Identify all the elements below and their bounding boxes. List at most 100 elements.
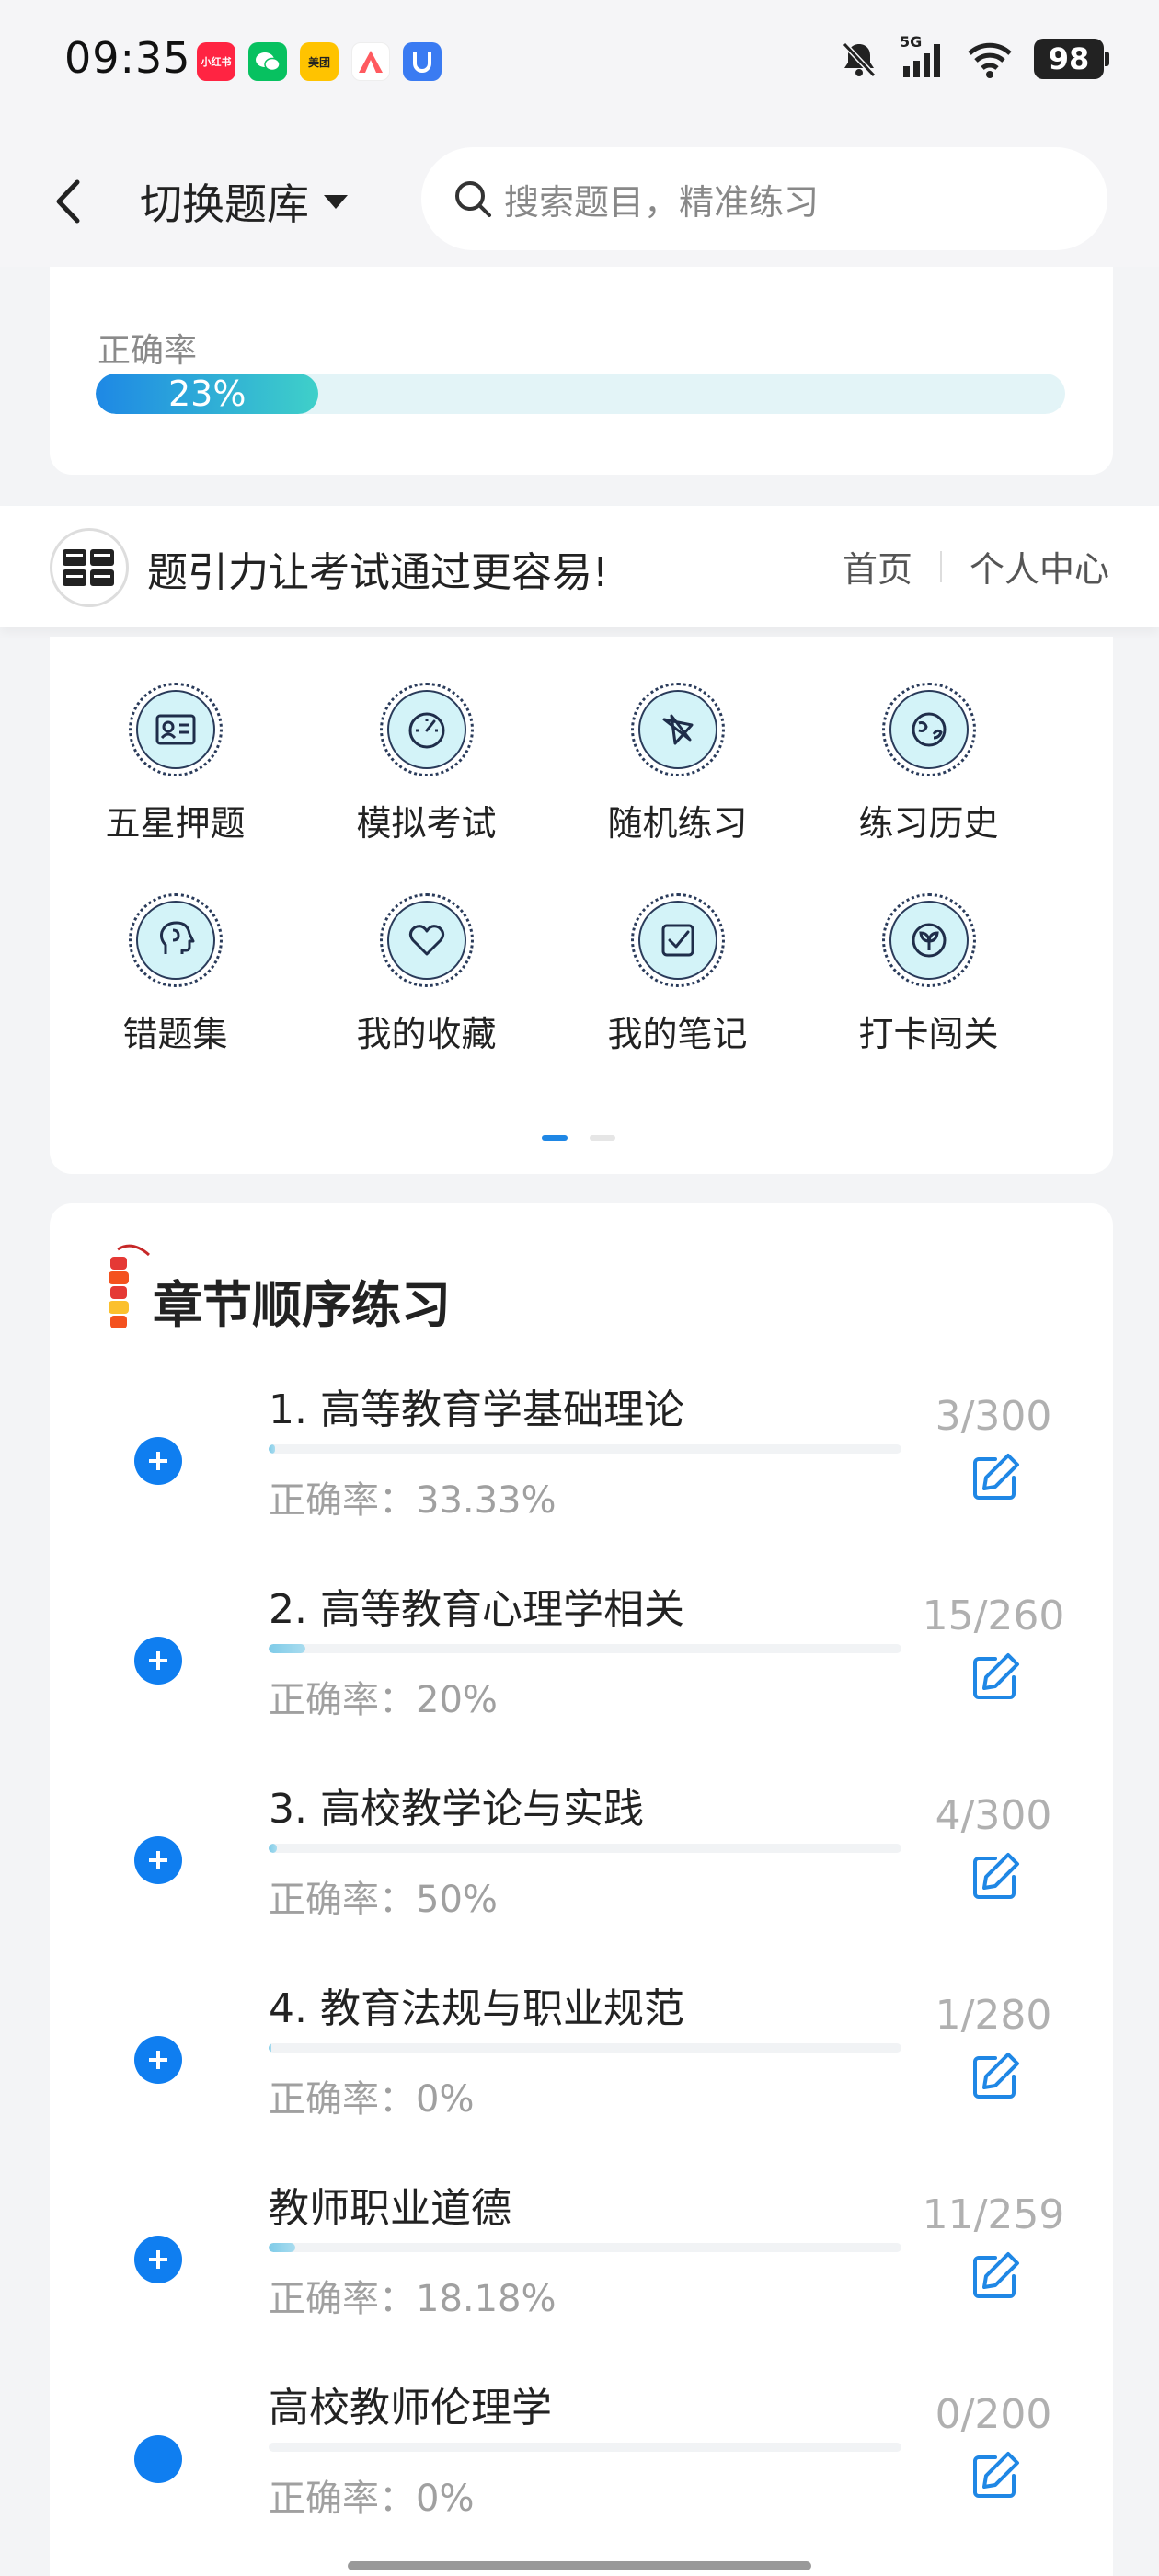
feature-wrong-questions[interactable]: 错题集 <box>50 893 301 1056</box>
plus-icon <box>149 1452 167 1470</box>
home-link[interactable]: 首页 <box>843 541 912 592</box>
edit-icon[interactable] <box>968 1450 1023 1505</box>
feature-grid: 五星押题 模拟考试 随机练习 练习历史 错题集 我的收藏 我的笔记 打卡闯关 <box>50 683 1113 1056</box>
edit-icon[interactable] <box>968 1849 1023 1904</box>
head-icon <box>159 921 194 954</box>
shield-app-icon <box>403 42 442 81</box>
chapter-accuracy: 正确率：50% <box>269 1879 498 1921</box>
edit-icon[interactable] <box>968 2248 1023 2304</box>
chapter-progress-track <box>269 1444 901 1454</box>
chapter-progress-track <box>269 2043 901 2053</box>
feature-five-star[interactable]: 五星押题 <box>50 683 301 845</box>
chapter-count: 11/259 <box>922 2191 1065 2238</box>
chapter-progress-fill <box>269 2243 295 2252</box>
feature-icon-bg <box>135 690 215 769</box>
feature-practice-history[interactable]: 练习历史 <box>803 683 1054 845</box>
chapter-count: 0/200 <box>935 2391 1052 2438</box>
chapter-count: 15/260 <box>922 1593 1065 1639</box>
chapter-count: 1/280 <box>935 1992 1052 2039</box>
feature-random-practice[interactable]: 随机练习 <box>552 683 803 845</box>
chapter-row[interactable]: 1. 高等教育学基础理论 正确率：33.33% 3/300 <box>50 1369 1113 1553</box>
plus-icon <box>149 1851 167 1869</box>
page-dot[interactable] <box>590 1135 615 1141</box>
expand-button[interactable] <box>134 1637 182 1685</box>
expand-button[interactable] <box>134 1836 182 1884</box>
feature-label: 模拟考试 <box>356 803 497 844</box>
feature-notes[interactable]: 我的笔记 <box>552 893 803 1056</box>
chapter-progress-fill <box>269 1844 277 1853</box>
switch-question-bank-button[interactable]: 切换题库 <box>140 169 350 234</box>
chapter-row[interactable]: 高校教师伦理学 正确率：0% 0/200 <box>50 2367 1113 2551</box>
xiaohongshu-icon: 小红书 <box>197 42 235 81</box>
chapter-title: 高校教师伦理学 <box>269 2385 552 2432</box>
chapter-progress-fill <box>269 1444 275 1454</box>
feature-icon-bg <box>889 690 969 769</box>
chapter-accuracy: 正确率：0% <box>269 2478 475 2520</box>
status-indicators: 5G 98 <box>839 33 1109 79</box>
brand-banner: 题引力让考试通过更容易! 首页 个人中心 <box>0 506 1159 627</box>
chapter-row[interactable]: 教师职业道德 正确率：18.18% 11/259 <box>50 2168 1113 2352</box>
accuracy-label: 正确率 <box>98 332 198 370</box>
feature-label: 我的收藏 <box>356 1014 497 1054</box>
chapter-title: 1. 高等教育学基础理论 <box>269 1386 684 1433</box>
feature-icon-ring <box>379 893 474 987</box>
feature-icon-bg <box>135 901 215 980</box>
app-icon <box>351 42 390 81</box>
feature-icon-ring <box>630 893 725 987</box>
plus-icon <box>149 2051 167 2069</box>
chapter-row[interactable]: 3. 高校教学论与实践 正确率：50% 4/300 <box>50 1768 1113 1952</box>
edit-icon[interactable] <box>968 2049 1023 2104</box>
page-dot-active[interactable] <box>542 1135 568 1141</box>
brand-logo <box>50 528 129 607</box>
chapter-row[interactable]: 4. 教育法规与职业规范 正确率：0% 1/280 <box>50 1968 1113 2152</box>
expand-button[interactable] <box>134 1437 182 1485</box>
feature-icon-bg <box>386 901 466 980</box>
overall-accuracy-card: 正确率 23% <box>50 267 1113 475</box>
expand-button[interactable] <box>134 2236 182 2283</box>
personal-center-link[interactable]: 个人中心 <box>970 541 1109 592</box>
chapter-accuracy: 正确率：33.33% <box>269 1479 557 1522</box>
chapter-title: 2. 高等教育心理学相关 <box>269 1586 684 1633</box>
home-indicator[interactable] <box>348 2561 811 2570</box>
feature-mock-exam[interactable]: 模拟考试 <box>301 683 552 845</box>
expand-button[interactable] <box>134 2036 182 2084</box>
feature-favorites[interactable]: 我的收藏 <box>301 893 552 1056</box>
chapter-count: 3/300 <box>935 1393 1052 1440</box>
chapter-row[interactable]: 2. 高等教育心理学相关 正确率：20% 15/260 <box>50 1569 1113 1753</box>
firecracker-icon <box>109 1244 150 1328</box>
chapter-accuracy: 正确率：18.18% <box>269 2278 557 2320</box>
feature-icon-bg <box>386 690 466 769</box>
feature-check-in[interactable]: 打卡闯关 <box>803 893 1054 1056</box>
chapter-title: 4. 教育法规与职业规范 <box>269 1985 684 2032</box>
chapter-count: 4/300 <box>935 1792 1052 1839</box>
brand-slogan: 题引力让考试通过更容易! <box>147 549 609 596</box>
search-input[interactable]: 搜索题目，精准练习 <box>421 147 1107 250</box>
chapter-title: 教师职业道德 <box>269 2185 511 2232</box>
wechat-icon <box>248 42 287 81</box>
edit-icon[interactable] <box>968 2448 1023 2503</box>
chapter-progress-fill <box>269 2043 271 2053</box>
top-header: 切换题库 搜索题目，精准练习 <box>0 129 1159 267</box>
search-placeholder: 搜索题目，精准练习 <box>504 181 820 223</box>
caret-down-icon <box>324 195 348 209</box>
feature-icon-ring <box>630 683 725 776</box>
feature-icon-ring <box>128 893 223 987</box>
feature-label: 错题集 <box>122 1014 228 1054</box>
expand-button[interactable] <box>134 2435 182 2483</box>
nav-divider <box>939 550 942 582</box>
feature-label: 打卡闯关 <box>858 1014 999 1054</box>
chapter-progress-track <box>269 1644 901 1653</box>
edit-icon[interactable] <box>968 1650 1023 1705</box>
feature-icon-ring <box>881 683 976 776</box>
chapter-progress-track <box>269 2243 901 2252</box>
feature-icon-ring <box>379 683 474 776</box>
sprout-icon <box>912 923 946 958</box>
back-button[interactable] <box>52 169 98 234</box>
battery-indicator: 98 <box>1034 39 1109 79</box>
accuracy-progress-fill: 23% <box>96 374 319 414</box>
feature-label: 五星押题 <box>105 803 246 844</box>
feature-label: 练习历史 <box>858 803 999 844</box>
gauge-icon <box>408 712 444 749</box>
id-card-icon <box>155 714 195 745</box>
plus-icon <box>149 1651 167 1670</box>
